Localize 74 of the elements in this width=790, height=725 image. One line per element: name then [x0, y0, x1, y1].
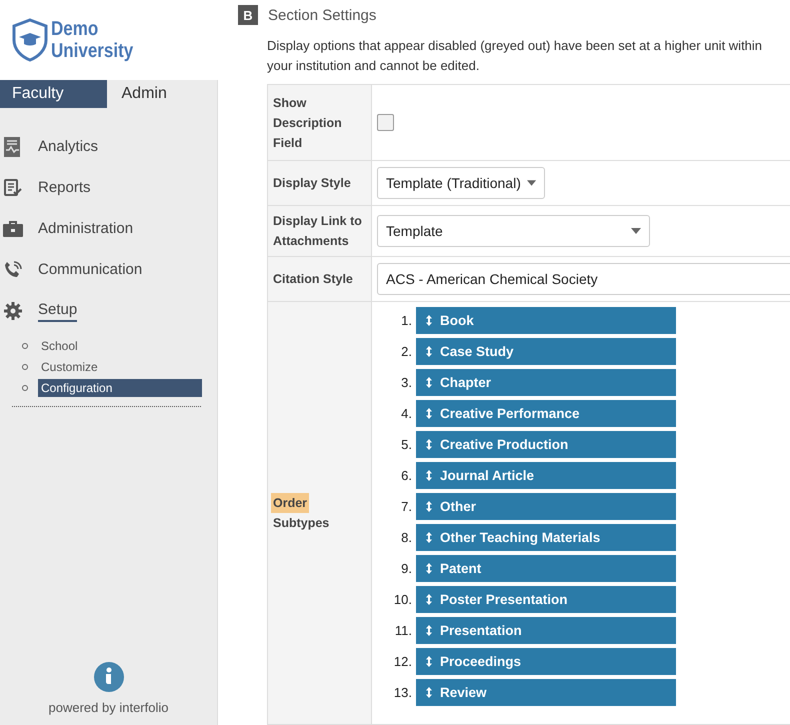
- sortable-item[interactable]: Other: [416, 493, 676, 520]
- sortable-item[interactable]: Creative Performance: [416, 400, 676, 427]
- phone-icon: [3, 260, 23, 280]
- subnav-item[interactable]: Customize: [38, 358, 202, 376]
- drag-icon: [426, 532, 432, 543]
- select-dropdown[interactable]: Template: [377, 215, 650, 247]
- drag-icon: [426, 625, 432, 636]
- sortable-item[interactable]: Journal Article: [416, 462, 676, 489]
- drag-icon: [426, 656, 432, 667]
- report-check-icon: [4, 178, 22, 196]
- nav-item[interactable]: Communication: [38, 260, 142, 280]
- caret-icon: [631, 228, 641, 234]
- sortable-item[interactable]: Case Study: [416, 338, 676, 365]
- sortable-item[interactable]: Other Teaching Materials: [416, 524, 676, 551]
- drag-icon: [426, 377, 432, 388]
- list-number: 6.: [400, 468, 412, 483]
- setting-label: Citation Style: [268, 257, 372, 301]
- drag-icon: [426, 687, 432, 698]
- list-number: 5.: [400, 437, 412, 452]
- drag-icon: [426, 315, 432, 326]
- select-dropdown[interactable]: Template (Traditional): [377, 167, 545, 199]
- setting-label: Subtypes: [272, 515, 330, 532]
- highlighted-label: Order: [271, 493, 310, 513]
- tab[interactable]: Faculty: [0, 80, 106, 108]
- nav-item[interactable]: Setup: [38, 300, 78, 322]
- subnav-item[interactable]: School: [38, 336, 202, 354]
- bullet-icon: [22, 364, 28, 370]
- list-number: 8.: [400, 530, 412, 545]
- sortable-item[interactable]: Chapter: [416, 369, 676, 396]
- section-title: Section Settings: [268, 6, 376, 24]
- shield-logo-icon: [12, 18, 48, 62]
- info-note: Display options that appear disabled (greyed out) have been set at a higher unit within your institution and cannot be edited.: [267, 37, 764, 75]
- sortable-item[interactable]: Patent: [416, 555, 676, 582]
- nav-item[interactable]: Reports: [38, 178, 91, 198]
- sortable-item[interactable]: Poster Presentation: [416, 586, 676, 613]
- list-number: 3.: [400, 375, 412, 390]
- list-number: 9.: [400, 561, 412, 576]
- caret-icon: [526, 180, 536, 186]
- input-field[interactable]: ACS - American Chemical Society: [377, 263, 790, 295]
- sortable-item[interactable]: Presentation: [416, 617, 676, 644]
- drag-icon: [426, 594, 432, 605]
- sortable-item[interactable]: Review: [416, 679, 676, 706]
- drag-icon: [426, 470, 432, 481]
- list-number: 12.: [392, 654, 412, 669]
- subnav-item[interactable]: Configuration: [38, 378, 202, 396]
- list-number: 11.: [394, 623, 412, 638]
- bullet-icon: [22, 342, 28, 348]
- drag-icon: [426, 563, 432, 574]
- list-number: 10.: [392, 592, 412, 607]
- drag-icon: [426, 439, 432, 450]
- section-badge: B: [238, 5, 258, 25]
- info-icon: [94, 662, 124, 692]
- list-number: 2.: [400, 344, 412, 359]
- sortable-item[interactable]: Book: [416, 307, 676, 334]
- list-number: 13.: [392, 685, 412, 700]
- logo-text: Demo University: [51, 18, 134, 62]
- footer-text: powered by interfolio: [48, 700, 168, 715]
- drag-icon: [426, 346, 432, 357]
- nav-item[interactable]: Analytics: [38, 136, 98, 156]
- bullet-icon: [22, 384, 28, 390]
- checkbox[interactable]: [377, 114, 394, 131]
- list-number: 7.: [400, 499, 412, 514]
- list-number: 1.: [400, 313, 412, 328]
- settings-icon: [4, 302, 22, 320]
- setting-label: Display Style: [268, 161, 372, 205]
- sortable-item[interactable]: Proceedings: [416, 648, 676, 675]
- setting-label: Show Description Field: [268, 85, 372, 160]
- drag-icon: [426, 408, 432, 419]
- drag-icon: [426, 501, 432, 512]
- chart-document-icon: [3, 136, 23, 158]
- list-number: 4.: [400, 406, 412, 421]
- nav-item[interactable]: Administration: [38, 218, 134, 238]
- sortable-item[interactable]: Creative Production: [416, 431, 676, 458]
- setting-label: Display Link to Attachments: [268, 206, 372, 256]
